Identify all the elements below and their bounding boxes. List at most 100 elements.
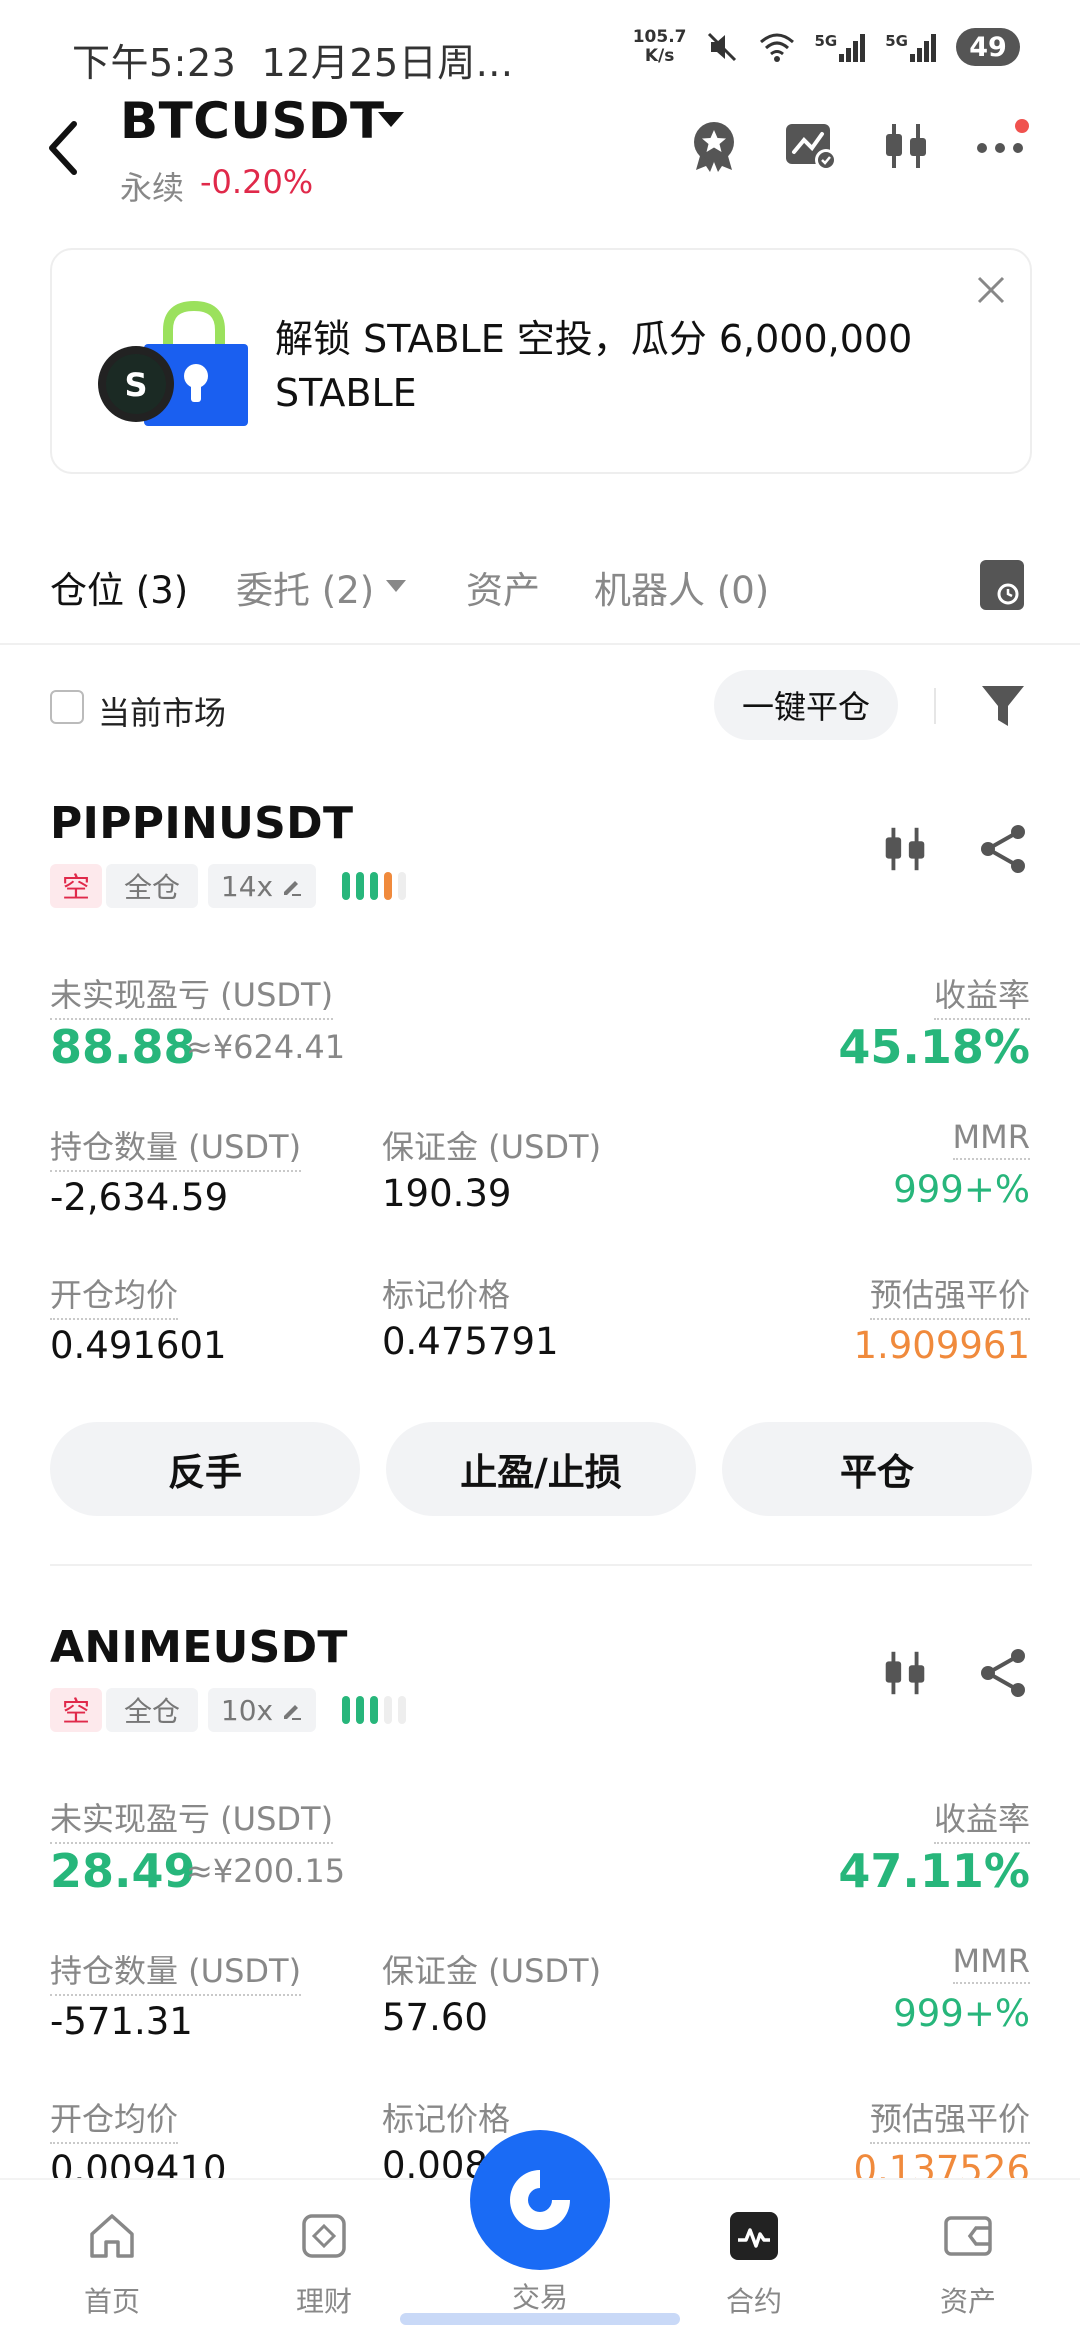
nav-trade-label-wrap[interactable]: 交易 — [460, 2276, 620, 2316]
margin-value: 190.39 — [382, 1172, 512, 1215]
reverse-button[interactable]: 反手 — [50, 1422, 360, 1516]
share-icon[interactable] — [976, 822, 1030, 876]
risk-bar — [384, 1696, 392, 1724]
risk-bar — [398, 872, 406, 900]
chart-trade-icon[interactable] — [782, 118, 838, 174]
earn-icon — [302, 2214, 346, 2258]
entry-label: 开仓均价 — [50, 2094, 179, 2144]
liq-label: 预估强平价 — [869, 1270, 1030, 1320]
risk-bar — [384, 872, 392, 900]
pnl-cny: ≈¥200.15 — [186, 1852, 346, 1890]
signal-bars-icon — [910, 34, 936, 62]
wallet-icon — [944, 2216, 992, 2256]
share-icon[interactable] — [976, 1646, 1030, 1700]
leverage-tag[interactable]: 10x — [208, 1688, 316, 1732]
pnl-cny: ≈¥624.41 — [186, 1028, 346, 1066]
tpsl-button[interactable]: 止盈/止损 — [386, 1422, 696, 1516]
roe-label: 收益率 — [933, 1794, 1030, 1844]
risk-bar — [342, 872, 350, 900]
position-separator — [50, 1564, 1032, 1566]
close-icon[interactable] — [975, 274, 1007, 306]
battery-indicator: 49 — [956, 28, 1020, 66]
back-arrow-icon[interactable] — [44, 118, 84, 178]
liq-value: 1.909961 — [853, 1324, 1030, 1367]
risk-bar — [370, 1696, 378, 1724]
home-indicator — [400, 2313, 680, 2325]
clock-icon — [997, 583, 1019, 605]
mark-value: 0.475791 — [382, 1320, 559, 1363]
margin-value: 57.60 — [382, 1996, 488, 2039]
status-icons: 105.7 K/s 5G 5G 49 — [633, 28, 1020, 66]
orders-caret-icon[interactable] — [386, 580, 406, 592]
size-label: 持仓数量 (USDT) — [50, 1946, 302, 1996]
tab-orders[interactable]: 委托 (2) — [236, 560, 374, 614]
roe-label: 收益率 — [933, 970, 1030, 1020]
candlestick-icon[interactable] — [878, 118, 934, 174]
svg-text:S: S — [124, 366, 147, 404]
net-speed: 105.7 K/s — [632, 27, 687, 66]
signal-1: 5G — [815, 32, 868, 62]
nav-trade-label: 交易 — [511, 2281, 568, 2314]
margin-label: 保证金 (USDT) — [382, 1952, 602, 1990]
roe-value: 47.11% — [838, 1844, 1030, 1898]
nav-home[interactable]: 首页 — [32, 2210, 192, 2320]
liq-label: 预估强平价 — [869, 2094, 1030, 2144]
history-doc-icon[interactable] — [980, 560, 1024, 610]
nav-trade-button[interactable] — [470, 2130, 610, 2270]
margin-mode-tag[interactable]: 全仓 — [106, 864, 198, 908]
tab-bots[interactable]: 机器人 (0) — [594, 560, 769, 614]
more-icon[interactable] — [974, 118, 1030, 174]
leverage-value: 14x — [220, 869, 274, 903]
size-label: 持仓数量 (USDT) — [50, 1122, 302, 1172]
pnl-value: 28.49 — [50, 1844, 196, 1898]
tab-assets[interactable]: 资产 — [466, 560, 540, 614]
entry-label: 开仓均价 — [50, 1270, 179, 1320]
margin-mode-tag[interactable]: 全仓 — [106, 1688, 198, 1732]
pair-dropdown-caret-icon[interactable] — [378, 112, 404, 127]
status-date: 12月25日周... — [261, 41, 514, 85]
risk-bar — [398, 1696, 406, 1724]
size-value: -571.31 — [50, 2000, 193, 2043]
nav-assets[interactable]: 资产 — [888, 2210, 1048, 2320]
mmr-value: 999+% — [893, 1168, 1030, 1211]
risk-bar — [356, 1696, 364, 1724]
tab-positions[interactable]: 仓位 (3) — [50, 560, 188, 614]
candlestick-icon[interactable] — [878, 822, 932, 876]
leverage-value: 10x — [220, 1693, 274, 1727]
size-value: -2,634.59 — [50, 1176, 229, 1219]
status-time: 下午5:23 12月25日周... — [72, 41, 514, 85]
lock-promo-icon: S — [98, 300, 248, 426]
candlestick-icon[interactable] — [878, 1646, 932, 1700]
filter-separator — [934, 688, 936, 724]
current-market-label[interactable]: 当前市场 — [98, 688, 226, 734]
pnl-value: 88.88 — [50, 1020, 196, 1074]
risk-bar — [356, 872, 364, 900]
filter-icon[interactable] — [978, 680, 1028, 732]
pnl-label: 未实现盈亏 (USDT) — [50, 970, 334, 1020]
close-position-button[interactable]: 平仓 — [722, 1422, 1032, 1516]
mute-icon — [707, 32, 736, 62]
award-icon[interactable] — [686, 118, 742, 174]
mark-label: 标记价格 — [382, 2100, 511, 2138]
side-tag: 空 — [50, 864, 102, 908]
futures-icon — [730, 2212, 778, 2260]
banner-text: 解锁 STABLE 空投，瓜分 6,000,000 STABLE — [275, 317, 913, 415]
mmr-label: MMR — [952, 1118, 1030, 1160]
tabs-divider — [0, 643, 1080, 645]
side-tag: 空 — [50, 1688, 102, 1732]
nav-earn[interactable]: 理财 — [244, 2210, 404, 2320]
edit-icon — [284, 1705, 302, 1720]
contract-type: 永续 — [120, 169, 185, 207]
current-market-checkbox[interactable] — [50, 690, 84, 724]
leverage-tag[interactable]: 14x — [208, 864, 316, 908]
position-symbol[interactable]: ANIMEUSDT — [50, 1622, 348, 1673]
mmr-value: 999+% — [893, 1992, 1030, 2035]
close-all-button[interactable]: 一键平仓 — [714, 670, 898, 740]
position-symbol[interactable]: PIPPINUSDT — [50, 798, 353, 849]
roe-value: 45.18% — [838, 1020, 1030, 1074]
risk-level-bars — [342, 1696, 406, 1724]
pair-title[interactable]: BTCUSDT — [120, 92, 385, 150]
pnl-label: 未实现盈亏 (USDT) — [50, 1794, 334, 1844]
nav-futures[interactable]: 合约 — [674, 2210, 834, 2320]
edit-icon — [284, 881, 302, 896]
